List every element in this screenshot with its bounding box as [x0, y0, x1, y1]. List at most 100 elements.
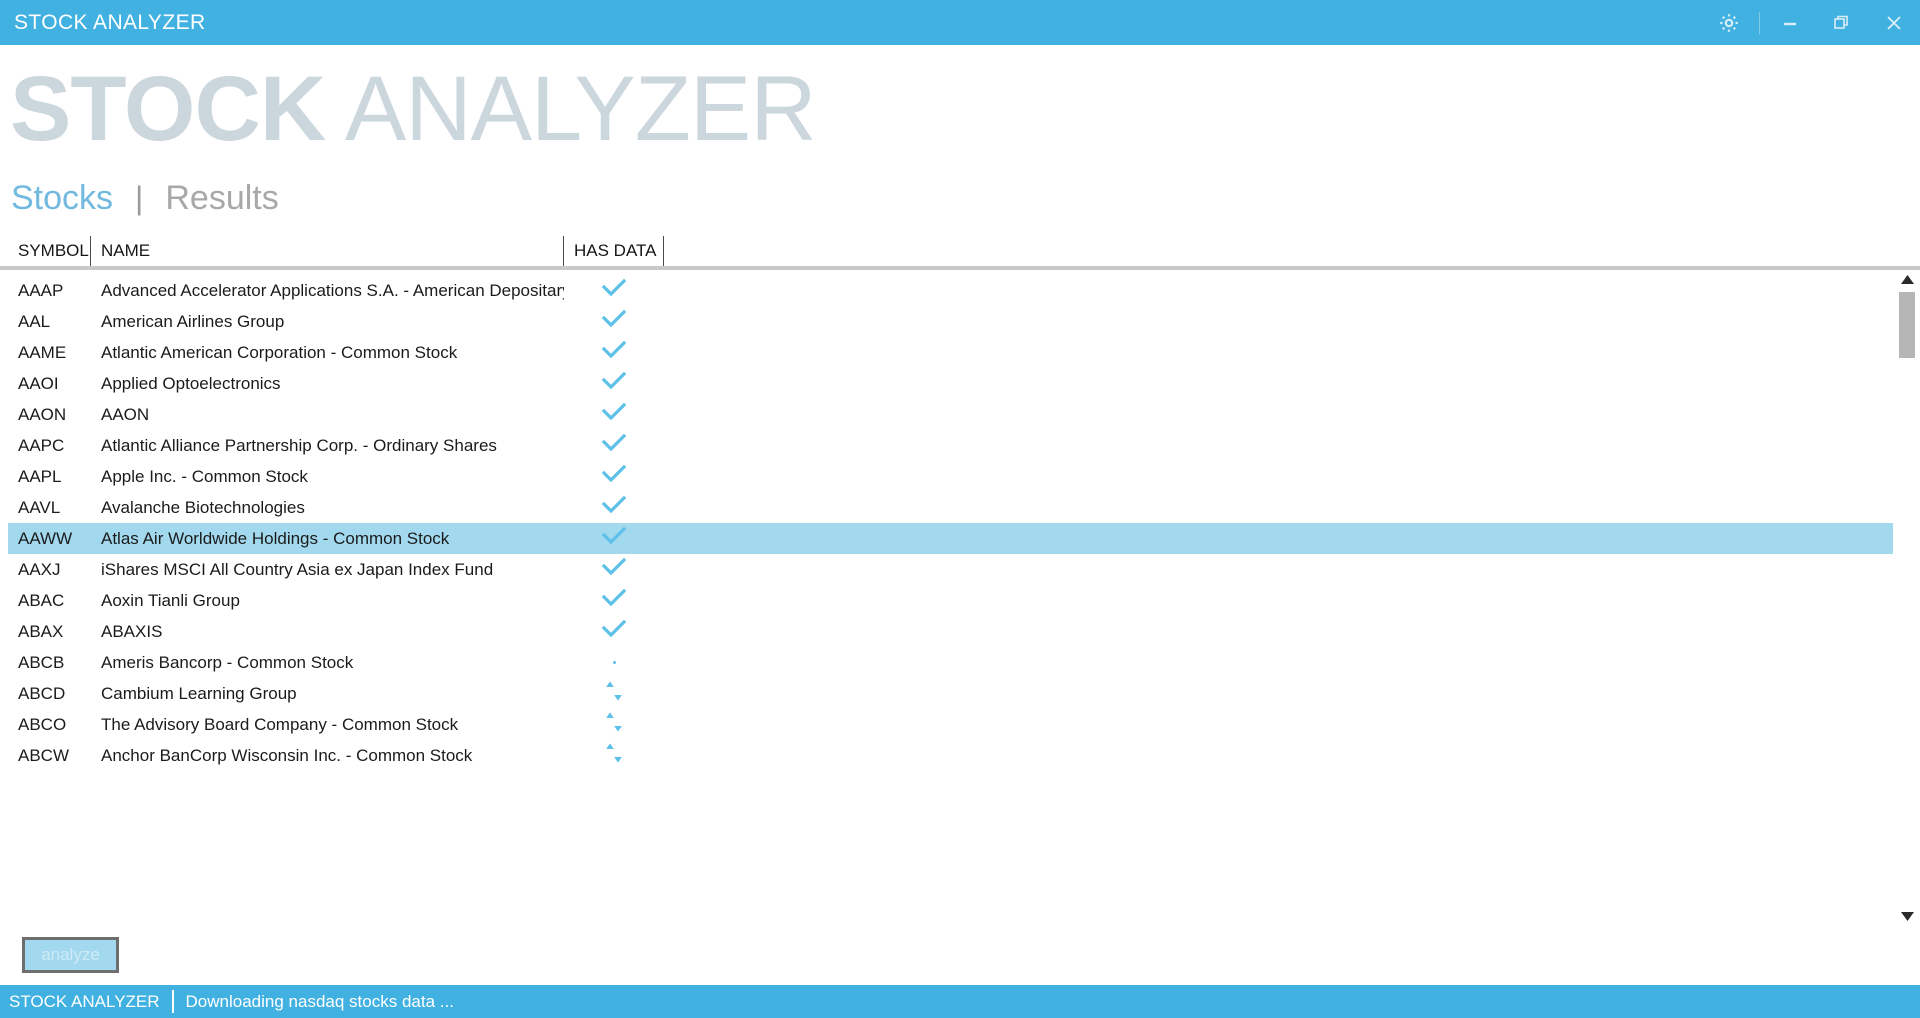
cell-has-data — [564, 588, 664, 613]
analyze-button[interactable]: analyze — [22, 937, 119, 973]
scroll-up-button[interactable] — [1896, 270, 1918, 290]
cell-name: Anchor BanCorp Wisconsin Inc. - Common S… — [101, 745, 473, 765]
close-icon — [1883, 12, 1905, 34]
cell-name: Atlantic American Corporation - Common S… — [101, 342, 458, 362]
cell-has-data — [564, 742, 664, 769]
cell-has-data — [564, 371, 664, 396]
cell-has-data — [564, 557, 664, 582]
tab-results[interactable]: Results — [165, 179, 278, 218]
cell-has-data — [564, 495, 664, 520]
table-row[interactable]: AAME Atlantic American Corporation - Comm… — [8, 337, 1893, 368]
titlebar-divider — [1759, 11, 1760, 34]
tab-stocks[interactable]: Stocks — [11, 179, 113, 218]
scroll-down-button[interactable] — [1896, 907, 1918, 927]
column-header-filler — [664, 236, 1920, 266]
vertical-scrollbar[interactable] — [1896, 270, 1918, 927]
table-row[interactable]: AAL American Airlines Group — [8, 306, 1893, 337]
stocks-table: SYMBOL NAME HAS DATA AAAP Advanced Accele… — [0, 236, 1920, 927]
table-row[interactable]: ABCD Cambium Learning Group — [8, 678, 1893, 709]
cell-has-data — [564, 680, 664, 707]
cell-name: Atlantic Alliance Partnership Corp. - Or… — [101, 435, 497, 455]
title-bar-title: STOCK ANALYZER — [14, 10, 206, 34]
minimize-button[interactable] — [1764, 0, 1816, 45]
cell-name: Atlas Air Worldwide Holdings - Common St… — [101, 528, 450, 548]
table-row[interactable]: ABCW Anchor BanCorp Wisconsin Inc. - Comm… — [8, 740, 1893, 771]
table-row[interactable]: ABAX ABAXIS — [8, 616, 1893, 647]
cell-has-data — [564, 402, 664, 427]
status-bar: STOCK ANALYZER Downloading nasdaq stocks… — [0, 985, 1920, 1018]
table-row[interactable]: ABCB Ameris Bancorp - Common Stock — [8, 647, 1893, 678]
page-title-bold: STOCK — [10, 58, 326, 160]
cell-symbol: AAME — [18, 342, 67, 362]
cell-symbol: AAXJ — [18, 559, 61, 579]
cell-symbol: ABAC — [18, 590, 65, 610]
check-icon — [601, 619, 627, 644]
table-row[interactable]: AAPL Apple Inc. - Common Stock — [8, 461, 1893, 492]
table-body: AAAP Advanced Accelerator Applications S.… — [0, 270, 1920, 927]
check-icon — [601, 433, 627, 458]
cell-has-data — [564, 340, 664, 365]
column-header-name[interactable]: NAME — [91, 236, 564, 266]
cell-has-data — [564, 433, 664, 458]
cell-symbol: AAON — [18, 404, 67, 424]
cell-has-data — [564, 309, 664, 334]
cell-has-data — [564, 619, 664, 644]
minimize-icon — [1779, 12, 1801, 34]
cell-symbol: AAPC — [18, 435, 65, 455]
close-button[interactable] — [1868, 0, 1920, 45]
table-row[interactable]: AAOI Applied Optoelectronics — [8, 368, 1893, 399]
column-header-has-data[interactable]: HAS DATA — [564, 236, 664, 266]
cell-symbol: AAVL — [18, 497, 61, 517]
status-bar-app-name: STOCK ANALYZER — [9, 991, 160, 1011]
cell-symbol: ABCB — [18, 652, 65, 672]
restore-button[interactable] — [1816, 0, 1868, 45]
scrollbar-track[interactable] — [1899, 290, 1915, 907]
cell-symbol: ABCW — [18, 745, 69, 765]
check-icon — [601, 371, 627, 396]
table-row[interactable]: AAXJ iShares MSCI All Country Asia ex Jap… — [8, 554, 1893, 585]
cell-name: Advanced Accelerator Applications S.A. -… — [101, 280, 564, 300]
cell-name: Ameris Bancorp - Common Stock — [101, 652, 354, 672]
table-header-row: SYMBOL NAME HAS DATA — [0, 236, 1920, 270]
gear-icon — [1717, 11, 1741, 35]
cell-name: AAON — [101, 404, 150, 424]
table-row[interactable]: ABCO The Advisory Board Company - Common … — [8, 709, 1893, 740]
check-icon — [601, 402, 627, 427]
settings-button[interactable] — [1703, 0, 1755, 45]
cell-symbol: AAL — [18, 311, 51, 331]
check-icon — [601, 309, 627, 334]
page-title-light: ANALYZER — [325, 58, 817, 160]
app-window: STOCK ANALYZER STOCK ANALYZER Stocks | R… — [0, 0, 1920, 1018]
cell-symbol: ABCO — [18, 714, 67, 734]
cell-symbol: AAPL — [18, 466, 62, 486]
title-bar: STOCK ANALYZER — [0, 0, 1920, 45]
cell-has-data — [564, 464, 664, 489]
cell-name: Avalanche Biotechnologies — [101, 497, 305, 517]
check-icon — [601, 588, 627, 613]
table-row[interactable]: AAON AAON — [8, 399, 1893, 430]
cell-name: ABAXIS — [101, 621, 163, 641]
table-row[interactable]: AAAP Advanced Accelerator Applications S.… — [8, 275, 1893, 306]
cell-has-data — [564, 278, 664, 303]
table-row[interactable]: AAWW Atlas Air Worldwide Holdings - Commo… — [8, 523, 1893, 554]
scroll-up-arrow-icon — [1900, 271, 1914, 289]
cell-symbol: AAOI — [18, 373, 59, 393]
cell-has-data — [564, 661, 664, 664]
cell-symbol: AAAP — [18, 280, 64, 300]
cell-name: Applied Optoelectronics — [101, 373, 281, 393]
check-icon — [601, 526, 627, 551]
page-title: STOCK ANALYZER — [0, 45, 1920, 155]
check-icon — [601, 464, 627, 489]
footer-bar: analyze — [0, 927, 1920, 985]
cell-name: Apple Inc. - Common Stock — [101, 466, 308, 486]
table-row[interactable]: ABAC Aoxin Tianli Group — [8, 585, 1893, 616]
column-header-symbol[interactable]: SYMBOL — [8, 236, 91, 266]
scrollbar-thumb[interactable] — [1899, 292, 1915, 358]
tab-bar: Stocks | Results — [0, 179, 1920, 218]
cell-symbol: AAWW — [18, 528, 73, 548]
check-icon — [601, 557, 627, 582]
cell-has-data — [564, 711, 664, 738]
table-row[interactable]: AAPC Atlantic Alliance Partnership Corp. … — [8, 430, 1893, 461]
cell-name: American Airlines Group — [101, 311, 285, 331]
table-row[interactable]: AAVL Avalanche Biotechnologies — [8, 492, 1893, 523]
